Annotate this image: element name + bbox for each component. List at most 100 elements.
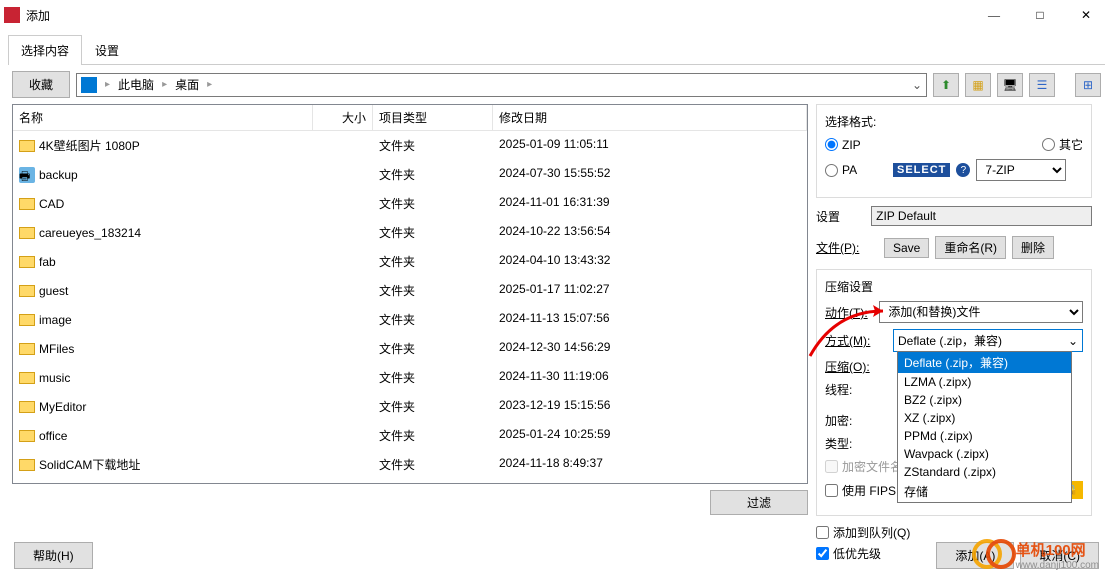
breadcrumb[interactable]: ▸ 此电脑 ▸ 桌面 ▸ ⌄: [76, 73, 927, 97]
column-type[interactable]: 项目类型: [373, 105, 493, 130]
settings-preset-select[interactable]: ZIP Default: [871, 206, 1092, 226]
file-size: [313, 423, 373, 448]
encrypt-label: 加密:: [825, 412, 887, 429]
window-title: 添加: [26, 7, 971, 24]
breadcrumb-item[interactable]: 桌面: [175, 76, 199, 93]
breadcrumb-dropdown[interactable]: ⌄: [912, 78, 922, 92]
file-name: careueyes_183214: [39, 226, 141, 240]
desktop-button[interactable]: 🖥: [997, 73, 1023, 97]
table-row[interactable]: guest 文件夹2025-01-17 11:02:27: [13, 276, 807, 305]
file-size: [313, 394, 373, 419]
table-row[interactable]: office文件夹2025-01-24 10:25:59: [13, 421, 807, 450]
minimize-button[interactable]: —: [971, 0, 1017, 30]
new-folder-button[interactable]: ▦: [965, 73, 991, 97]
table-row[interactable]: 🖶backup文件夹2024-07-30 15:55:52: [13, 160, 807, 189]
file-name: CAD: [39, 197, 64, 211]
folder-icon: [19, 285, 35, 297]
tab-select-content[interactable]: 选择内容: [8, 35, 82, 65]
action-label: 动作(T):: [825, 304, 873, 321]
file-size: [313, 191, 373, 216]
radio-pa[interactable]: PA: [825, 163, 887, 177]
folder-icon: [19, 459, 35, 471]
chevron-right-icon: ▸: [162, 79, 167, 90]
file-date: 2024-07-30 15:55:52: [493, 162, 807, 187]
chevron-down-icon: ⌄: [1068, 334, 1078, 348]
method-option[interactable]: Wavpack (.zipx): [898, 445, 1071, 463]
table-row[interactable]: SolidCAM下载地址 文件夹2024-11-18 8:49:37: [13, 450, 807, 479]
app-icon: [4, 7, 20, 23]
watermark-url: www.danji100.com: [1016, 560, 1099, 571]
save-button[interactable]: Save: [884, 238, 929, 258]
file-size: [313, 278, 373, 303]
method-option[interactable]: BZ2 (.zipx): [898, 391, 1071, 409]
file-name: backup: [39, 168, 78, 182]
file-name: office: [39, 429, 67, 443]
column-name[interactable]: 名称: [13, 105, 313, 130]
table-row[interactable]: MyEditor文件夹2023-12-19 15:15:56: [13, 392, 807, 421]
method-option[interactable]: 存储: [898, 481, 1071, 502]
file-size: [313, 336, 373, 361]
column-size[interactable]: 大小: [313, 105, 373, 130]
radio-zip[interactable]: ZIP: [825, 138, 861, 152]
file-name: SolidCAM下载地址: [39, 456, 140, 473]
filter-button[interactable]: 过滤: [710, 490, 808, 515]
file-size: [313, 162, 373, 187]
table-row[interactable]: MFiles文件夹2024-12-30 14:56:29: [13, 334, 807, 363]
folder-icon: [19, 401, 35, 413]
watermark: 单机100网 www.danji100.com: [972, 533, 1099, 577]
column-date[interactable]: 修改日期: [493, 105, 807, 130]
method-select[interactable]: Deflate (.zip，兼容)⌄: [893, 329, 1083, 352]
favorite-button[interactable]: 收藏: [12, 71, 70, 98]
close-button[interactable]: ✕: [1063, 0, 1109, 30]
view-details-button[interactable]: ⊞: [1075, 73, 1101, 97]
folder-icon: [19, 198, 35, 210]
method-option[interactable]: XZ (.zipx): [898, 409, 1071, 427]
radio-other[interactable]: 其它: [1042, 136, 1083, 153]
file-size: [313, 249, 373, 274]
file-type: 文件夹: [373, 249, 493, 274]
method-option[interactable]: ZStandard (.zipx): [898, 463, 1071, 481]
table-row[interactable]: CAD文件夹2024-11-01 16:31:39: [13, 189, 807, 218]
up-folder-button[interactable]: ⬆: [933, 73, 959, 97]
file-date: 2024-10-22 13:56:54: [493, 220, 807, 245]
breadcrumb-root[interactable]: 此电脑: [118, 76, 154, 93]
select-badge: SELECT: [893, 163, 950, 177]
folder-icon: [19, 430, 35, 442]
table-row[interactable]: image文件夹2024-11-13 15:07:56: [13, 305, 807, 334]
table-row[interactable]: fab文件夹2024-04-10 13:43:32: [13, 247, 807, 276]
rename-button[interactable]: 重命名(R): [935, 236, 1006, 259]
file-type: 文件夹: [373, 278, 493, 303]
method-option[interactable]: LZMA (.zipx): [898, 373, 1071, 391]
table-row[interactable]: 4K壁纸图片 1080P文件夹2025-01-09 11:05:11: [13, 131, 807, 160]
view-list-button[interactable]: ☰: [1029, 73, 1055, 97]
file-name: guest: [39, 284, 68, 298]
file-type: 文件夹: [373, 191, 493, 216]
file-type: 文件夹: [373, 162, 493, 187]
file-type: 文件夹: [373, 307, 493, 332]
encrypt-filename-checkbox[interactable]: 加密文件名: [825, 458, 902, 475]
file-date: 2025-01-17 11:02:27: [493, 278, 807, 303]
file-size: [313, 133, 373, 158]
table-row[interactable]: careueyes_183214文件夹2024-10-22 13:56:54: [13, 218, 807, 247]
watermark-text: 单机100网: [1016, 539, 1099, 560]
maximize-button[interactable]: □: [1017, 0, 1063, 30]
method-option[interactable]: PPMd (.zipx): [898, 427, 1071, 445]
file-type: 文件夹: [373, 452, 493, 477]
folder-icon: [19, 140, 35, 152]
help-button[interactable]: 帮助(H): [14, 542, 93, 569]
file-size: [313, 220, 373, 245]
file-name: MyEditor: [39, 400, 86, 414]
file-date: 2024-11-18 8:49:37: [493, 452, 807, 477]
delete-button[interactable]: 删除: [1012, 236, 1054, 259]
other-format-select[interactable]: 7-ZIP: [976, 159, 1066, 181]
method-option[interactable]: Deflate (.zip，兼容): [898, 352, 1071, 373]
table-row[interactable]: music文件夹2024-11-30 11:19:06: [13, 363, 807, 392]
type-label: 类型:: [825, 435, 887, 452]
file-date: 2023-12-19 15:15:56: [493, 394, 807, 419]
folder-icon: [19, 372, 35, 384]
file-date: 2025-01-24 10:25:59: [493, 423, 807, 448]
help-icon[interactable]: ?: [956, 163, 970, 177]
file-type: 文件夹: [373, 365, 493, 390]
tab-settings[interactable]: 设置: [82, 35, 132, 65]
action-select[interactable]: 添加(和替换)文件: [879, 301, 1083, 323]
